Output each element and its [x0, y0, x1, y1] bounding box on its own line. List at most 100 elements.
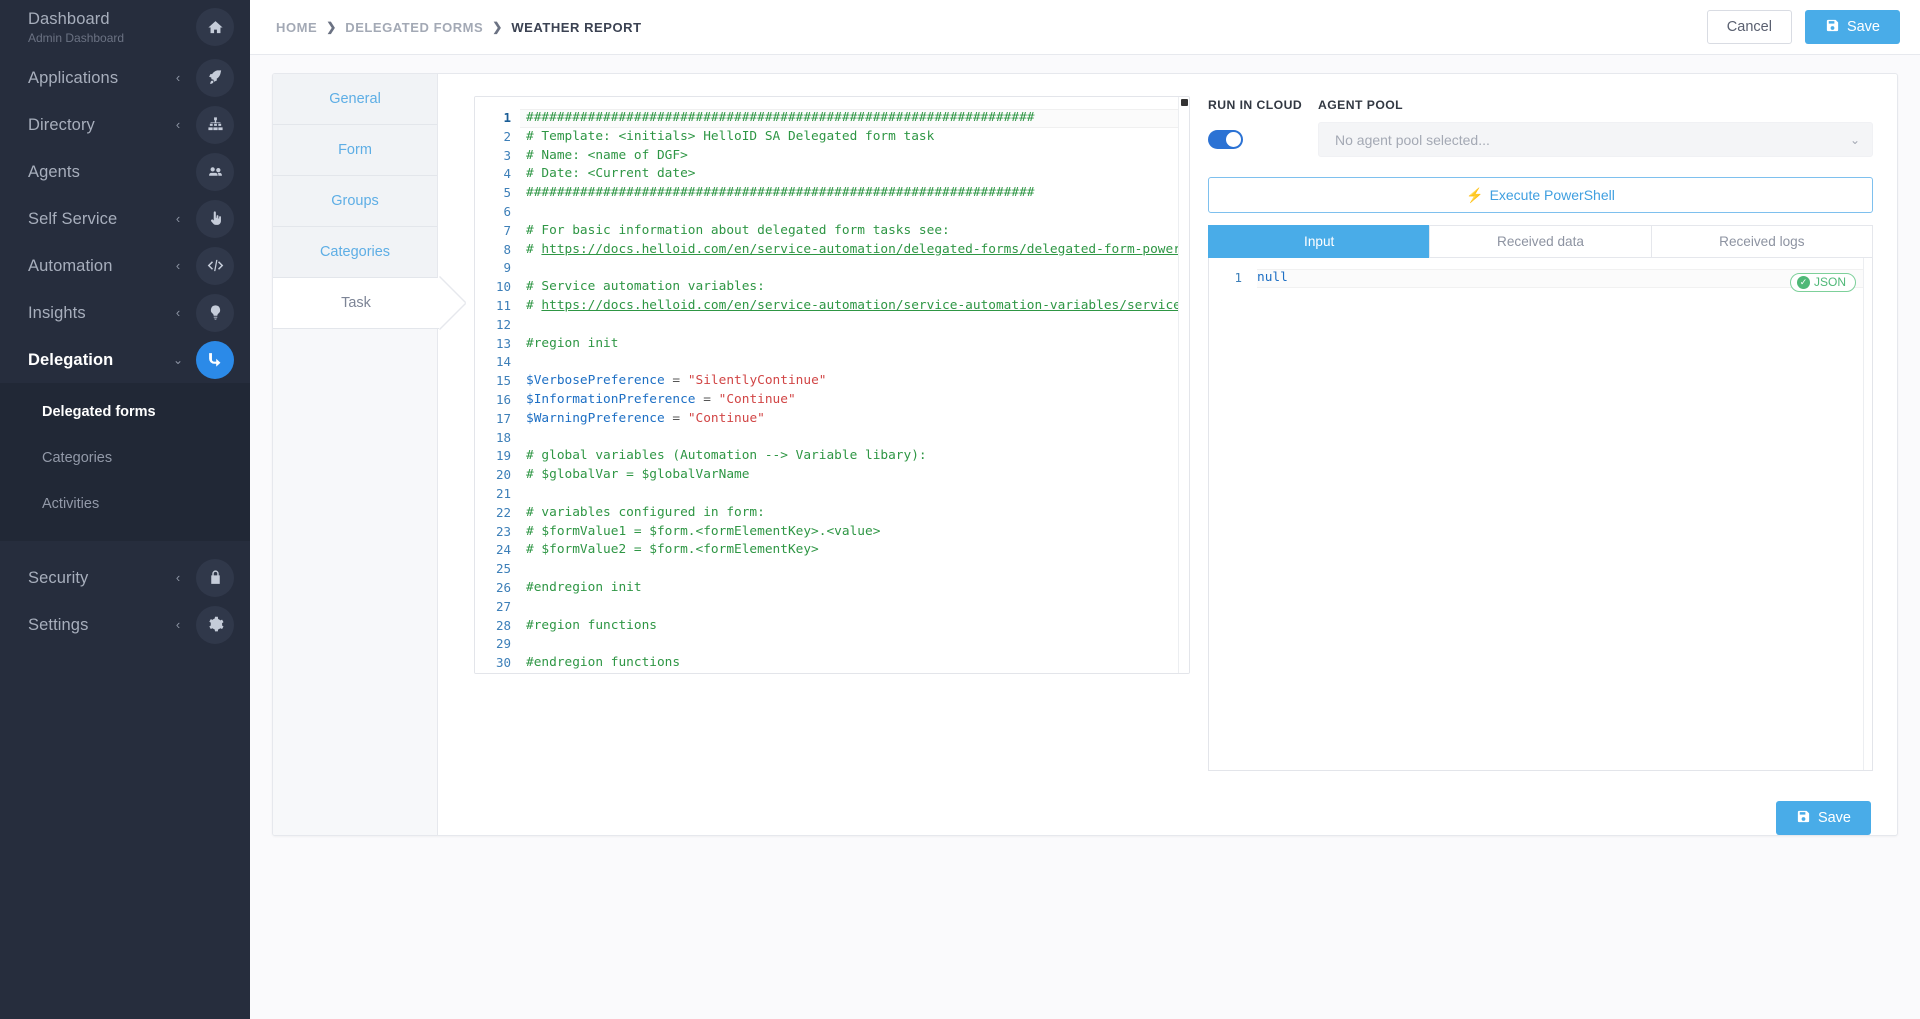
editor-line-number: 27: [495, 598, 511, 614]
execute-powershell-button[interactable]: ⚡ Execute PowerShell: [1208, 177, 1873, 213]
code-token-link[interactable]: https://docs.helloid.com/en/service-auto…: [541, 242, 1180, 257]
editor-line: ########################################…: [520, 109, 1189, 128]
editor-vertical-scrollbar[interactable]: [1178, 97, 1189, 673]
tab-task[interactable]: Task: [273, 278, 439, 329]
json-vertical-scrollbar[interactable]: [1863, 258, 1872, 770]
editor-line: # Template: <initials> HelloID SA Delega…: [520, 128, 1189, 147]
panel-save-row: Save: [1208, 801, 1873, 835]
cancel-button[interactable]: Cancel: [1706, 10, 1792, 44]
sidebar-item-label: Insights: [28, 303, 86, 322]
json-line-number: 1: [1234, 270, 1242, 285]
run-in-cloud-toggle[interactable]: [1208, 130, 1243, 149]
editor-line-number: 4: [503, 166, 511, 182]
home-icon: [196, 8, 234, 46]
editor-code-content[interactable]: ########################################…: [520, 97, 1189, 673]
sidebar-item-labels: Security: [28, 568, 166, 588]
editor-line-number: 17: [495, 410, 511, 426]
chevron-down-icon: ⌄: [1849, 132, 1860, 147]
tab-groups[interactable]: Groups: [273, 176, 437, 227]
sidebar-item-security[interactable]: Security ‹: [0, 554, 250, 601]
chevron-down-icon[interactable]: ⌄: [166, 353, 190, 367]
editor-line-number: 13: [495, 335, 511, 351]
powershell-code-editor[interactable]: 1 2 3 4 5 6 7 8 9 10 11 12 13 14 15 16 17 18 19 20 21 22 23 24 2…: [474, 96, 1190, 674]
code-token-op: =: [664, 410, 688, 426]
json-content[interactable]: null: [1251, 258, 1872, 770]
code-token-op: =: [695, 391, 719, 407]
topbar-actions: Cancel Save: [1706, 10, 1900, 44]
breadcrumb: HOME ❯ DELEGATED FORMS ❯ WEATHER REPORT: [276, 20, 1707, 35]
sidebar-item-label: Dashboard: [28, 9, 110, 28]
editor-line: # $globalVar = $globalVarName: [520, 466, 1189, 485]
agent-pool-select[interactable]: No agent pool selected... ⌄: [1318, 122, 1873, 157]
chevron-left-icon[interactable]: ‹: [166, 211, 190, 226]
editor-scrollbar-thumb[interactable]: [1181, 99, 1188, 106]
chevron-left-icon[interactable]: ‹: [166, 305, 190, 320]
code-token-comment: # Date: <Current date>: [526, 166, 696, 182]
tab-general[interactable]: General: [273, 74, 437, 125]
editor-line-number: 23: [495, 523, 511, 539]
sidebar-item-label: Self Service: [28, 209, 118, 228]
code-token-str: "Continue": [718, 391, 796, 407]
editor-line: $WarningPreference = "Continue": [520, 410, 1189, 429]
code-token-link[interactable]: https://docs.helloid.com/en/service-auto…: [541, 298, 1180, 313]
vertical-tabs: General Form Groups Categories Task: [273, 74, 439, 835]
code-token-kw: #region functions: [526, 617, 657, 633]
breadcrumb-item-home[interactable]: HOME: [276, 20, 317, 35]
sidebar-item-applications[interactable]: Applications ‹: [0, 54, 250, 101]
sidebar-item-insights[interactable]: Insights ‹: [0, 289, 250, 336]
editor-line-number: 16: [495, 391, 511, 407]
sidebar-item-directory[interactable]: Directory ‹: [0, 101, 250, 148]
editor-line-number: 18: [495, 429, 511, 445]
save-button-top-label: Save: [1846, 19, 1880, 35]
tab-form[interactable]: Form: [273, 125, 437, 176]
sidebar-item-label: Security: [28, 568, 89, 587]
task-card: General Form Groups Categories Task 12345678…: [272, 73, 1898, 836]
save-button-bottom[interactable]: Save: [1775, 801, 1871, 835]
sidebar-item-delegation[interactable]: Delegation ⌄: [0, 336, 250, 383]
sidebar-subitem-activities[interactable]: Activities: [0, 481, 250, 527]
save-button-top[interactable]: Save: [1804, 10, 1900, 44]
result-tabs: Input Received data Received logs: [1208, 225, 1873, 258]
editor-line: # $formValue1 = $form.<formElementKey>.<…: [520, 523, 1189, 542]
sidebar-item-labels: Self Service: [28, 209, 166, 229]
chevron-left-icon[interactable]: ‹: [166, 258, 190, 273]
editor-line-number: 5: [503, 185, 511, 201]
input-json-editor[interactable]: 1 null ✓ JSON: [1208, 258, 1873, 771]
result-tab-input[interactable]: Input: [1208, 225, 1431, 258]
chevron-left-icon[interactable]: ‹: [166, 570, 190, 585]
editor-line: ########################################…: [520, 184, 1189, 203]
code-token-comment: ########################################…: [526, 185, 1035, 201]
sidebar-item-self-service[interactable]: Self Service ‹: [0, 195, 250, 242]
breadcrumb-item-delegated-forms[interactable]: DELEGATED FORMS: [345, 20, 483, 35]
sidebar-item-agents[interactable]: Agents: [0, 148, 250, 195]
editor-line-number: 19: [495, 448, 511, 464]
result-tab-received-data[interactable]: Received data: [1429, 225, 1652, 258]
chevron-left-icon[interactable]: ‹: [166, 117, 190, 132]
sidebar-item-dashboard[interactable]: Dashboard Admin Dashboard: [0, 0, 250, 54]
agent-pool-selected-value: No agent pool selected...: [1335, 131, 1490, 148]
sidebar-subitem-delegated-forms[interactable]: Delegated forms: [0, 389, 250, 435]
code-token-comment: # Name: <name of DGF>: [526, 147, 688, 163]
sidebar-item-labels: Delegation: [28, 350, 166, 370]
sidebar-item-labels: Agents: [28, 162, 166, 182]
lightbulb-icon: [196, 293, 234, 332]
sidebar-subitem-categories[interactable]: Categories: [0, 435, 250, 481]
sidebar-item-label: Directory: [28, 115, 95, 134]
editor-line-number: 30: [495, 655, 511, 671]
chevron-left-icon[interactable]: ‹: [166, 617, 190, 632]
code-token-comment: #: [526, 241, 542, 257]
agents-icon: [196, 152, 234, 191]
tab-categories[interactable]: Categories: [273, 227, 437, 278]
lightning-bolt-icon: ⚡: [1466, 186, 1484, 203]
run-in-cloud-label: RUN IN CLOUD: [1208, 98, 1303, 112]
editor-line: #region init: [520, 335, 1189, 354]
code-token-comment: # $formValue2 = $form.<formElementKey>: [526, 542, 819, 558]
chevron-left-icon[interactable]: ‹: [166, 70, 190, 85]
lock-icon: [196, 558, 234, 597]
sitemap-icon: [196, 105, 234, 144]
sidebar-item-settings[interactable]: Settings ‹: [0, 601, 250, 648]
code-token-comment: ########################################…: [526, 110, 1035, 125]
sidebar-item-automation[interactable]: Automation ‹: [0, 242, 250, 289]
result-tab-received-logs[interactable]: Received logs: [1650, 225, 1873, 258]
editor-line: # Date: <Current date>: [520, 165, 1189, 184]
